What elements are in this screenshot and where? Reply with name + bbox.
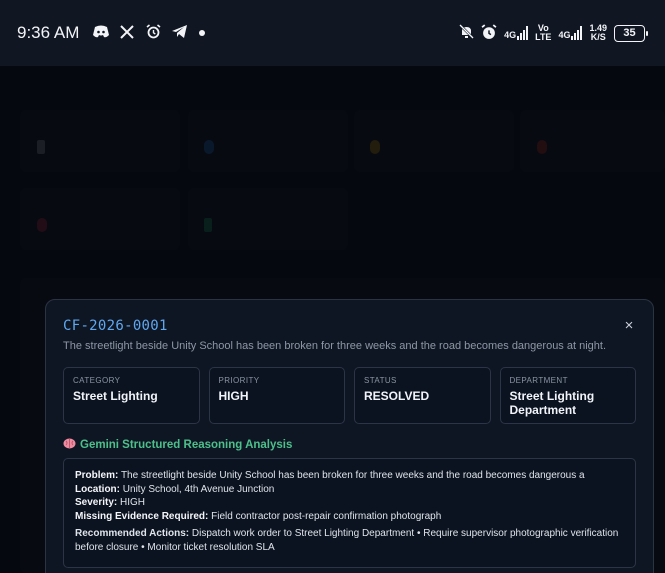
ticket-detail-modal: CF-2026-0001 The streetlight beside Unit… [45, 299, 654, 573]
notifications-muted-icon [458, 24, 474, 42]
priority-value: HIGH [218, 389, 249, 403]
volte-bottom: LTE [535, 32, 552, 42]
signal-bars-icon [571, 26, 583, 40]
status-label: STATUS [364, 376, 397, 385]
x-icon [119, 24, 135, 42]
status-bar: 9:36 AM 4G Vo LTE 4G 1.49 K/S 35 [0, 0, 665, 66]
ticket-id: CF-2026-0001 [63, 318, 168, 334]
telegram-icon [171, 25, 187, 41]
analysis-problem: Problem: The streetlight beside Unity Sc… [75, 469, 624, 483]
location-label: Location: [75, 483, 120, 495]
volte-indicator: Vo LTE [535, 24, 551, 42]
analysis-missing-evidence: Missing Evidence Required: Field contrac… [75, 510, 624, 524]
ticket-info-row: CATEGORY Street Lighting PRIORITY HIGH S… [63, 367, 636, 424]
problem-text: The streetlight beside Unity School has … [120, 470, 585, 481]
severity-text: HIGH [120, 497, 146, 508]
status-bar-right: 4G Vo LTE 4G 1.49 K/S 35 [458, 23, 648, 43]
category-value: Street Lighting [73, 389, 158, 403]
analysis-severity: Severity: HIGH [75, 496, 624, 510]
actions-label: Recommended Actions: [75, 528, 190, 539]
department-box: DEPARTMENT Street Lighting Department [499, 367, 636, 424]
ai-analysis-heading: Gemini Structured Reasoning Analysis [63, 438, 636, 452]
severity-label: Severity: [75, 497, 118, 508]
location-text: Unity School, 4th Avenue Junction [122, 483, 275, 495]
department-label: DEPARTMENT [509, 376, 568, 385]
status-value: RESOLVED [364, 389, 430, 403]
more-notifications-dot [199, 30, 206, 36]
ticket-description: The streetlight beside Unity School has … [63, 340, 607, 352]
brain-icon [63, 438, 76, 452]
missing-evidence-label: Missing Evidence Required: [75, 510, 209, 522]
problem-label: Problem: [75, 470, 119, 481]
status-box: STATUS RESOLVED [354, 367, 491, 424]
department-value: Street Lighting Department [509, 389, 595, 417]
category-label: CATEGORY [73, 376, 121, 385]
priority-box: PRIORITY HIGH [208, 367, 345, 424]
network-type-1: 4G [504, 30, 517, 40]
alarm-icon [481, 23, 497, 43]
network-type-2: 4G [558, 30, 571, 40]
signal-2: 4G [558, 26, 583, 40]
analysis-recommended-actions: Recommended Actions: Dispatch work order… [75, 527, 624, 554]
priority-label: PRIORITY [218, 376, 260, 385]
clock: 9:36 AM [17, 23, 80, 42]
analysis-location: Location: Unity School, 4th Avenue Junct… [75, 483, 624, 497]
discord-icon [93, 25, 110, 41]
signal-1: 4G [504, 26, 529, 40]
missing-evidence-text: Field contractor post-repair confirmatio… [211, 510, 442, 522]
ai-analysis-box: Problem: The streetlight beside Unity Sc… [63, 458, 636, 568]
close-button[interactable]: × [621, 318, 637, 334]
status-bar-left: 9:36 AM [17, 23, 206, 43]
category-box: CATEGORY Street Lighting [63, 367, 200, 424]
alarm-icon [145, 24, 161, 42]
ai-analysis-title: Gemini Structured Reasoning Analysis [80, 439, 293, 451]
network-speed: 1.49 K/S [589, 24, 607, 42]
speed-unit: K/S [590, 32, 606, 42]
battery-indicator: 35 [614, 24, 648, 42]
signal-bars-icon [517, 26, 529, 40]
